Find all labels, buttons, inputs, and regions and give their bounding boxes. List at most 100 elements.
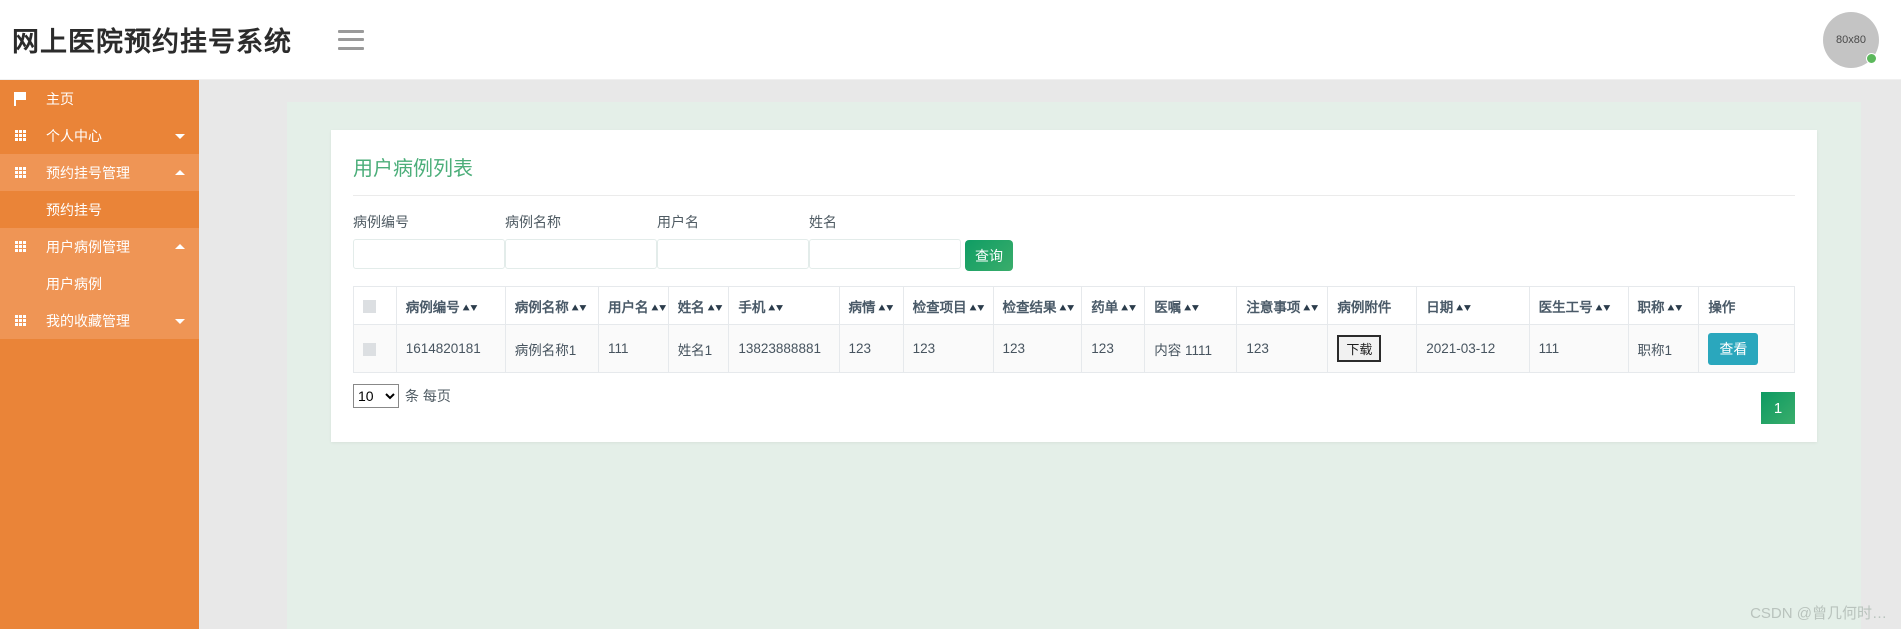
sort-icon[interactable]: ⯅⯆: [969, 303, 986, 315]
table-header-prescription[interactable]: 药单 ⯅⯆: [1081, 286, 1146, 325]
table-header-exam-result[interactable]: 检查结果 ⯅⯆: [992, 286, 1083, 325]
column-label: 注意事项: [1246, 299, 1301, 315]
table-header-username[interactable]: 用户名 ⯅⯆: [598, 286, 669, 325]
table-header-select-all[interactable]: [353, 286, 397, 325]
column-label: 病例编号: [405, 299, 460, 315]
sort-icon[interactable]: ⯅⯆: [1595, 303, 1612, 315]
app-title: 网上医院预约挂号系统: [12, 27, 292, 57]
table-header-phone[interactable]: 手机 ⯅⯆: [728, 286, 840, 325]
title-divider: [353, 195, 1795, 196]
right-edge-strip: [1862, 0, 1901, 629]
search-input-name[interactable]: [809, 239, 961, 269]
chevron-down-icon[interactable]: [175, 318, 185, 324]
sort-icon[interactable]: ⯅⯆: [462, 303, 479, 315]
page-size-suffix-label: 条 每页: [405, 388, 451, 404]
column-label: 检查项目: [912, 299, 967, 315]
online-status-dot: [1866, 53, 1877, 64]
table-header-case-name[interactable]: 病例名称 ⯅⯆: [504, 286, 600, 325]
page-size-select[interactable]: 10 20 50 100: [353, 384, 399, 408]
filter-case-number: 病例编号: [353, 212, 505, 269]
hamburger-line: [338, 29, 364, 33]
view-button[interactable]: 查看: [1708, 332, 1759, 365]
chevron-down-icon[interactable]: [175, 133, 185, 139]
sidebar: 主页 个人中心 预约挂号管理 预约挂号 用户病例管理 用户病例 我的收藏管理: [0, 80, 199, 629]
sort-icon[interactable]: ⯅⯆: [767, 303, 784, 315]
hamburger-line: [338, 46, 364, 50]
content-panel: 用户病例列表 病例编号 病例名称 用户名 姓名 查询 病例编号 ⯅⯆ 病例名称 …: [287, 102, 1861, 629]
cell-prescription: 123: [1081, 324, 1146, 373]
filter-name: 姓名: [809, 212, 961, 269]
search-button[interactable]: 查询: [965, 240, 1013, 271]
download-button[interactable]: 下载: [1337, 335, 1382, 362]
table-header-notes[interactable]: 注意事项 ⯅⯆: [1236, 286, 1329, 325]
table-header-title[interactable]: 职称 ⯅⯆: [1627, 286, 1700, 325]
cell-date: 2021-03-12: [1416, 324, 1530, 373]
row-checkbox[interactable]: [363, 342, 376, 356]
row-select-cell[interactable]: [353, 324, 397, 373]
filter-label: 用户名: [657, 214, 699, 230]
sort-icon[interactable]: ⯅⯆: [707, 303, 724, 315]
table-header-name[interactable]: 姓名 ⯅⯆: [667, 286, 730, 325]
sidebar-item-label: 我的收藏管理: [46, 312, 130, 329]
sidebar-item-case-mgmt[interactable]: 用户病例管理: [0, 228, 199, 265]
cell-phone: 13823888881: [728, 324, 840, 373]
column-label: 医生工号: [1538, 299, 1593, 315]
sort-icon[interactable]: ⯅⯆: [571, 303, 588, 315]
filter-label: 病例名称: [505, 214, 561, 230]
sidebar-item-home[interactable]: 主页: [0, 80, 199, 117]
search-input-username[interactable]: [657, 239, 809, 269]
app-root: 网上医院预约挂号系统 80x80 主页 个人中心 预约挂号管理 预约挂号 用户病…: [0, 0, 1901, 629]
hamburger-icon[interactable]: [338, 29, 364, 50]
cell-notes: 123: [1236, 324, 1329, 373]
filter-bar: 病例编号 病例名称 用户名 姓名 查询: [353, 212, 1795, 284]
cell-exam-result: 123: [992, 324, 1083, 373]
column-label: 职称: [1637, 299, 1665, 315]
chevron-up-icon[interactable]: [175, 169, 185, 175]
sort-icon[interactable]: ⯅⯆: [1059, 303, 1076, 315]
sort-icon[interactable]: ⯅⯆: [651, 303, 668, 315]
grid-icon: [8, 130, 32, 141]
cell-username: 111: [598, 324, 669, 373]
top-header-bar: 网上医院预约挂号系统 80x80: [0, 0, 1901, 80]
sort-icon[interactable]: ⯅⯆: [1455, 303, 1472, 315]
table-header-condition[interactable]: 病情 ⯅⯆: [838, 286, 904, 325]
search-input-case-number[interactable]: [353, 239, 505, 269]
table-header-doctor-id[interactable]: 医生工号 ⯅⯆: [1528, 286, 1629, 325]
cell-advice: 内容 1111: [1144, 324, 1238, 373]
table-row: 1614820181 病例名称1 111 姓名1 13823888881 123…: [353, 324, 1795, 373]
cell-case-number: 1614820181: [395, 324, 506, 373]
sidebar-item-appointment-mgmt[interactable]: 预约挂号管理: [0, 154, 199, 191]
page-title: 用户病例列表: [353, 158, 473, 180]
sort-icon[interactable]: ⯅⯆: [878, 303, 895, 315]
table-header-date[interactable]: 日期 ⯅⯆: [1416, 286, 1530, 325]
filter-username: 用户名: [657, 212, 809, 269]
grid-icon: [8, 167, 32, 178]
chevron-up-icon[interactable]: [175, 243, 185, 249]
cell-doctor-id: 111: [1528, 324, 1629, 373]
column-label: 病例名称: [514, 299, 569, 315]
table-header-case-number[interactable]: 病例编号 ⯅⯆: [395, 286, 506, 325]
pagination-page-1[interactable]: 1: [1761, 392, 1795, 424]
search-input-case-name[interactable]: [505, 239, 657, 269]
avatar[interactable]: 80x80: [1823, 12, 1879, 68]
sort-icon[interactable]: ⯅⯆: [1667, 303, 1684, 315]
sort-icon[interactable]: ⯅⯆: [1183, 303, 1200, 315]
sidebar-item-user-case[interactable]: 用户病例: [0, 265, 199, 302]
sort-icon[interactable]: ⯅⯆: [1302, 303, 1319, 315]
sidebar-item-appointment[interactable]: 预约挂号: [0, 191, 199, 228]
grid-icon: [8, 315, 32, 326]
table-header-advice[interactable]: 医嘱 ⯅⯆: [1144, 286, 1238, 325]
sidebar-item-favorites-mgmt[interactable]: 我的收藏管理: [0, 302, 199, 339]
cell-actions: 查看: [1698, 324, 1795, 373]
sort-icon[interactable]: ⯅⯆: [1120, 303, 1137, 315]
column-label: 病情: [848, 299, 876, 315]
table-header-exam-item[interactable]: 检查项目 ⯅⯆: [902, 286, 994, 325]
column-label: 用户名: [608, 299, 649, 315]
sidebar-item-label: 主页: [46, 90, 74, 107]
sidebar-item-personal-center[interactable]: 个人中心: [0, 117, 199, 154]
column-label: 姓名: [677, 299, 705, 315]
column-label: 医嘱: [1154, 299, 1182, 315]
column-label: 药单: [1091, 299, 1119, 315]
select-all-checkbox[interactable]: [363, 299, 376, 313]
page-size-bar: 10 20 50 100 条 每页: [353, 384, 1795, 408]
